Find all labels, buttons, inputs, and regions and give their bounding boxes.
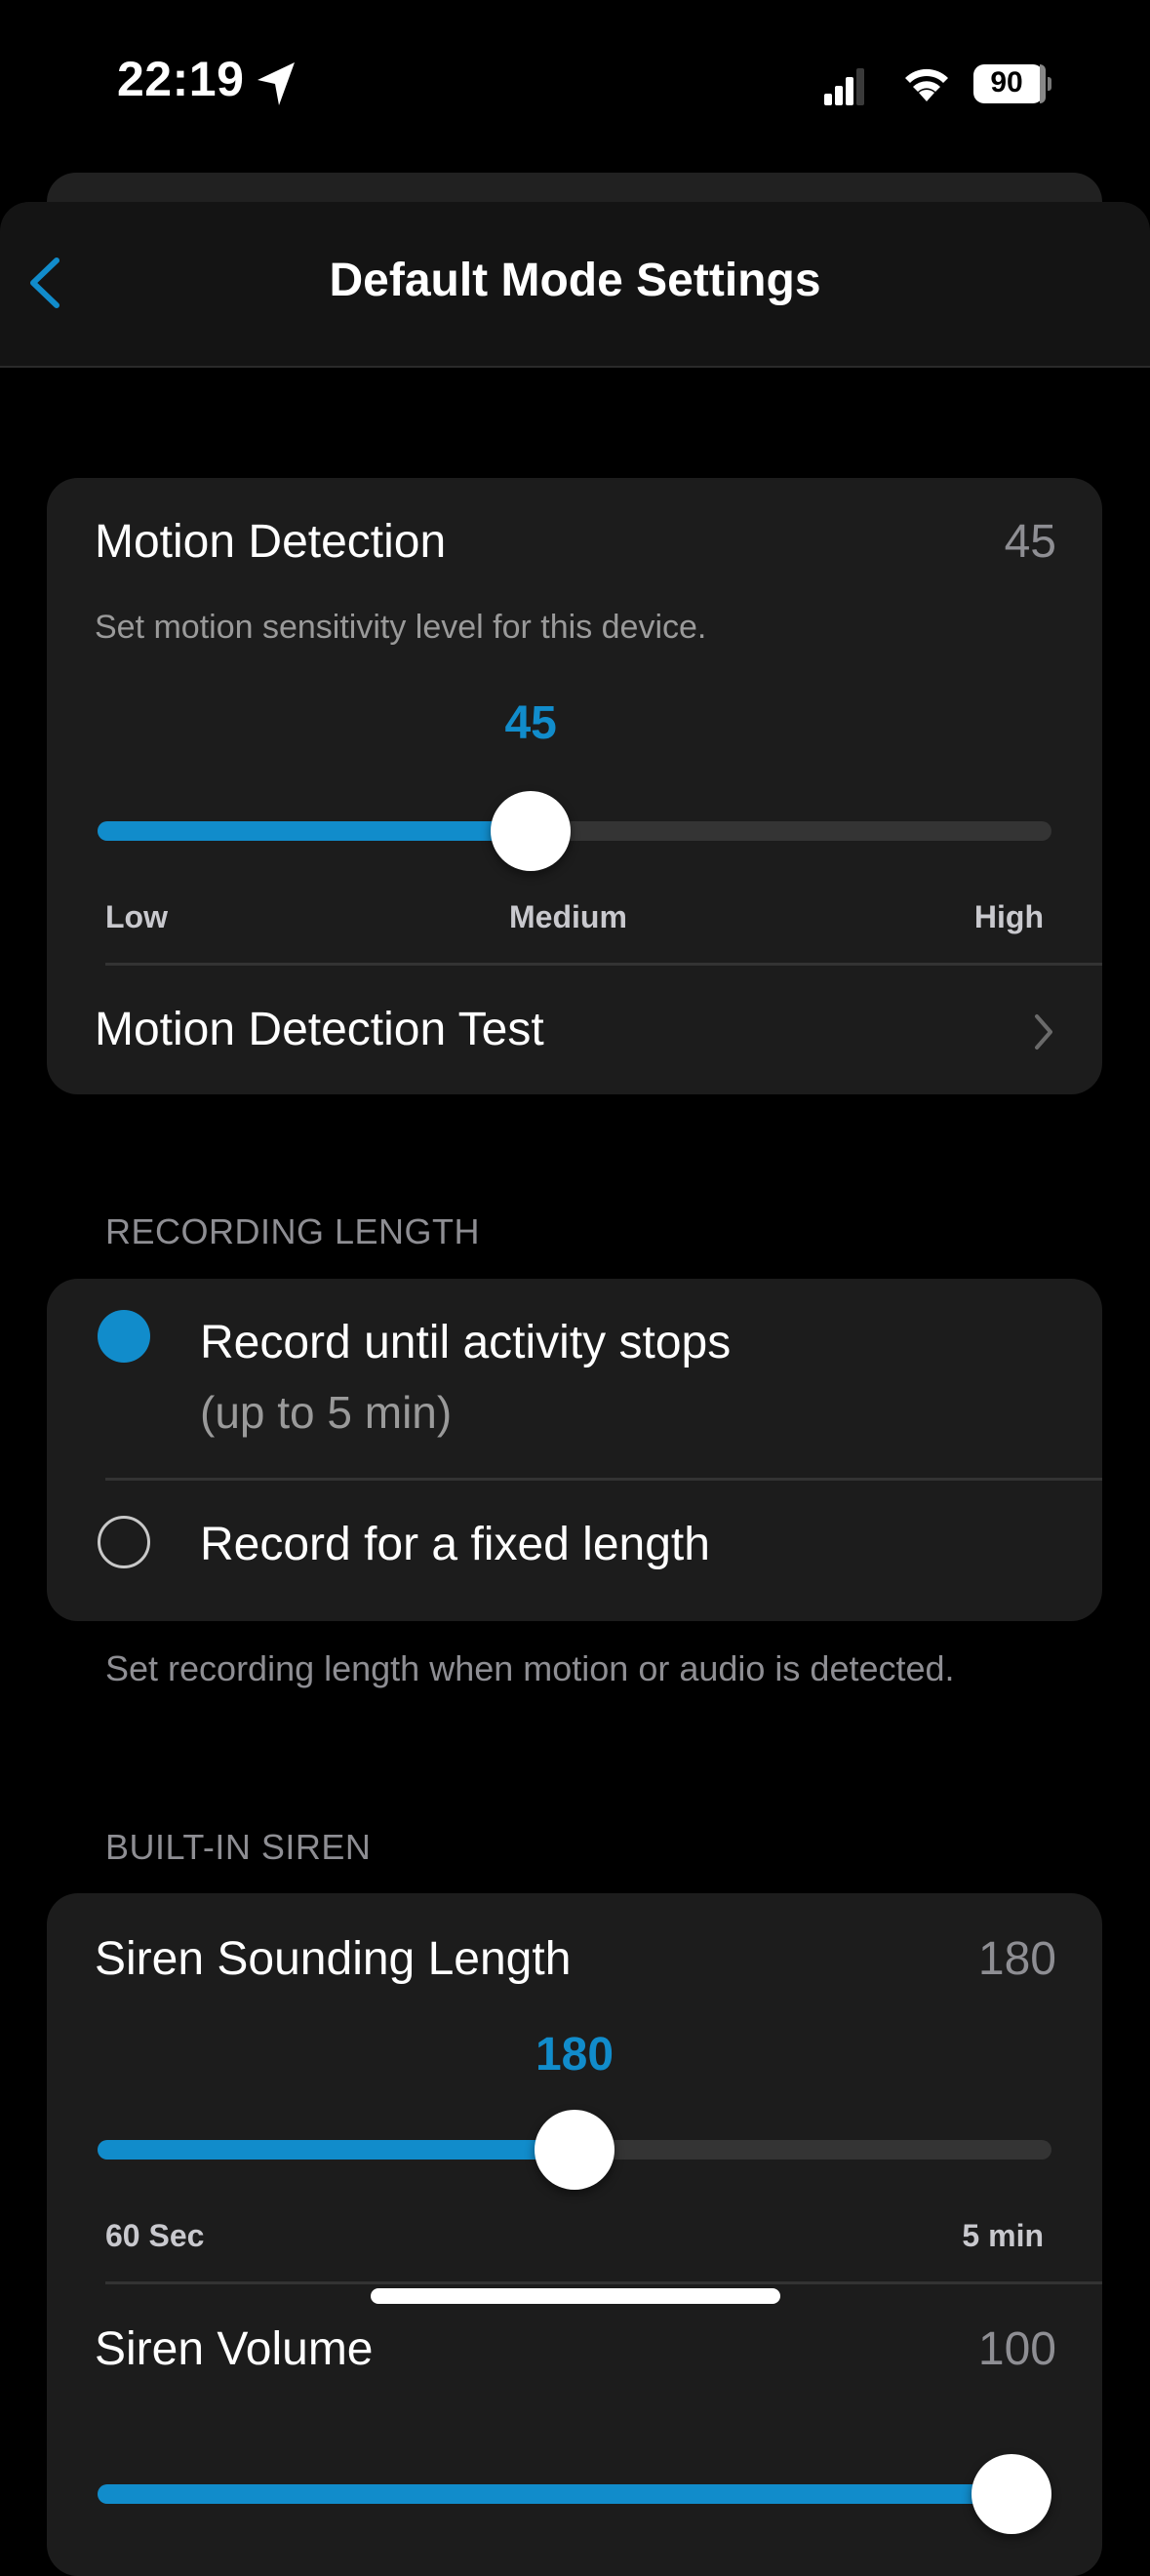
- motion-detection-title: Motion Detection: [95, 516, 447, 568]
- option-label: Record for a fixed length: [200, 1519, 710, 1570]
- siren-length-current-value: 180: [535, 2029, 615, 2081]
- status-time: 22:19: [117, 52, 245, 106]
- motion-detection-test-label: Motion Detection Test: [95, 1004, 544, 1055]
- siren-volume-title: Siren Volume: [95, 2323, 374, 2375]
- motion-sensitivity-current-value: 45: [504, 697, 557, 749]
- siren-sounding-length-title: Siren Sounding Length: [95, 1933, 572, 1985]
- slider-thumb[interactable]: [491, 791, 572, 871]
- slider-fill: [98, 821, 532, 841]
- radio-unselected[interactable]: [98, 1516, 150, 1568]
- motion-detection-value: 45: [1004, 516, 1056, 568]
- slider-label-low: Low: [105, 899, 168, 934]
- siren-volume-slider[interactable]: [98, 2454, 1051, 2534]
- siren-sounding-length-value: 180: [977, 1933, 1056, 1985]
- motion-detection-test-row[interactable]: Motion Detection Test: [47, 966, 1102, 1094]
- slider-label-max: 5 min: [962, 2218, 1044, 2253]
- slider-label-high: High: [973, 899, 1044, 934]
- option-record-until-activity-stops[interactable]: Record until activity stops (up to 5 min…: [47, 1279, 1102, 1479]
- siren-length-slider[interactable]: [98, 2110, 1051, 2190]
- motion-detection-description: Set motion sensitivity level for this de…: [95, 609, 707, 646]
- slider-thumb[interactable]: [535, 2110, 615, 2190]
- option-label: Record until activity stops: [200, 1317, 732, 1368]
- slider-label-min: 60 Sec: [105, 2218, 205, 2253]
- location-arrow-icon: [258, 62, 295, 105]
- divider: [105, 2281, 1102, 2284]
- battery-indicator: 90: [973, 64, 1051, 105]
- option-record-fixed-length[interactable]: Record for a fixed length: [47, 1481, 1102, 1621]
- battery-level: 90: [990, 66, 1023, 99]
- slider-thumb[interactable]: [972, 2454, 1051, 2534]
- recording-length-card: Record until activity stops (up to 5 min…: [47, 1279, 1102, 1621]
- wifi-icon: [905, 68, 948, 101]
- chevron-right-icon: [1035, 1014, 1052, 1050]
- slider-label-medium: Medium: [509, 899, 627, 934]
- built-in-siren-header: BUILT-IN SIREN: [105, 1827, 372, 1867]
- recording-length-footer: Set recording length when motion or audi…: [105, 1648, 955, 1688]
- built-in-siren-card: Siren Sounding Length 180 180 60 Sec 5 m…: [47, 1893, 1102, 2576]
- slider-fill: [98, 2484, 1011, 2504]
- recording-length-header: RECORDING LENGTH: [105, 1211, 481, 1251]
- cellular-signal-icon: [824, 68, 864, 105]
- home-indicator: [371, 2288, 780, 2304]
- radio-selected[interactable]: [98, 1310, 150, 1363]
- motion-sensitivity-slider[interactable]: [98, 791, 1051, 871]
- option-sublabel: (up to 5 min): [200, 1387, 453, 1438]
- siren-volume-value: 100: [977, 2323, 1056, 2375]
- motion-detection-card: Motion Detection 45 Set motion sensitivi…: [47, 478, 1102, 1094]
- page-title: Default Mode Settings: [329, 255, 821, 306]
- slider-fill: [98, 2140, 575, 2160]
